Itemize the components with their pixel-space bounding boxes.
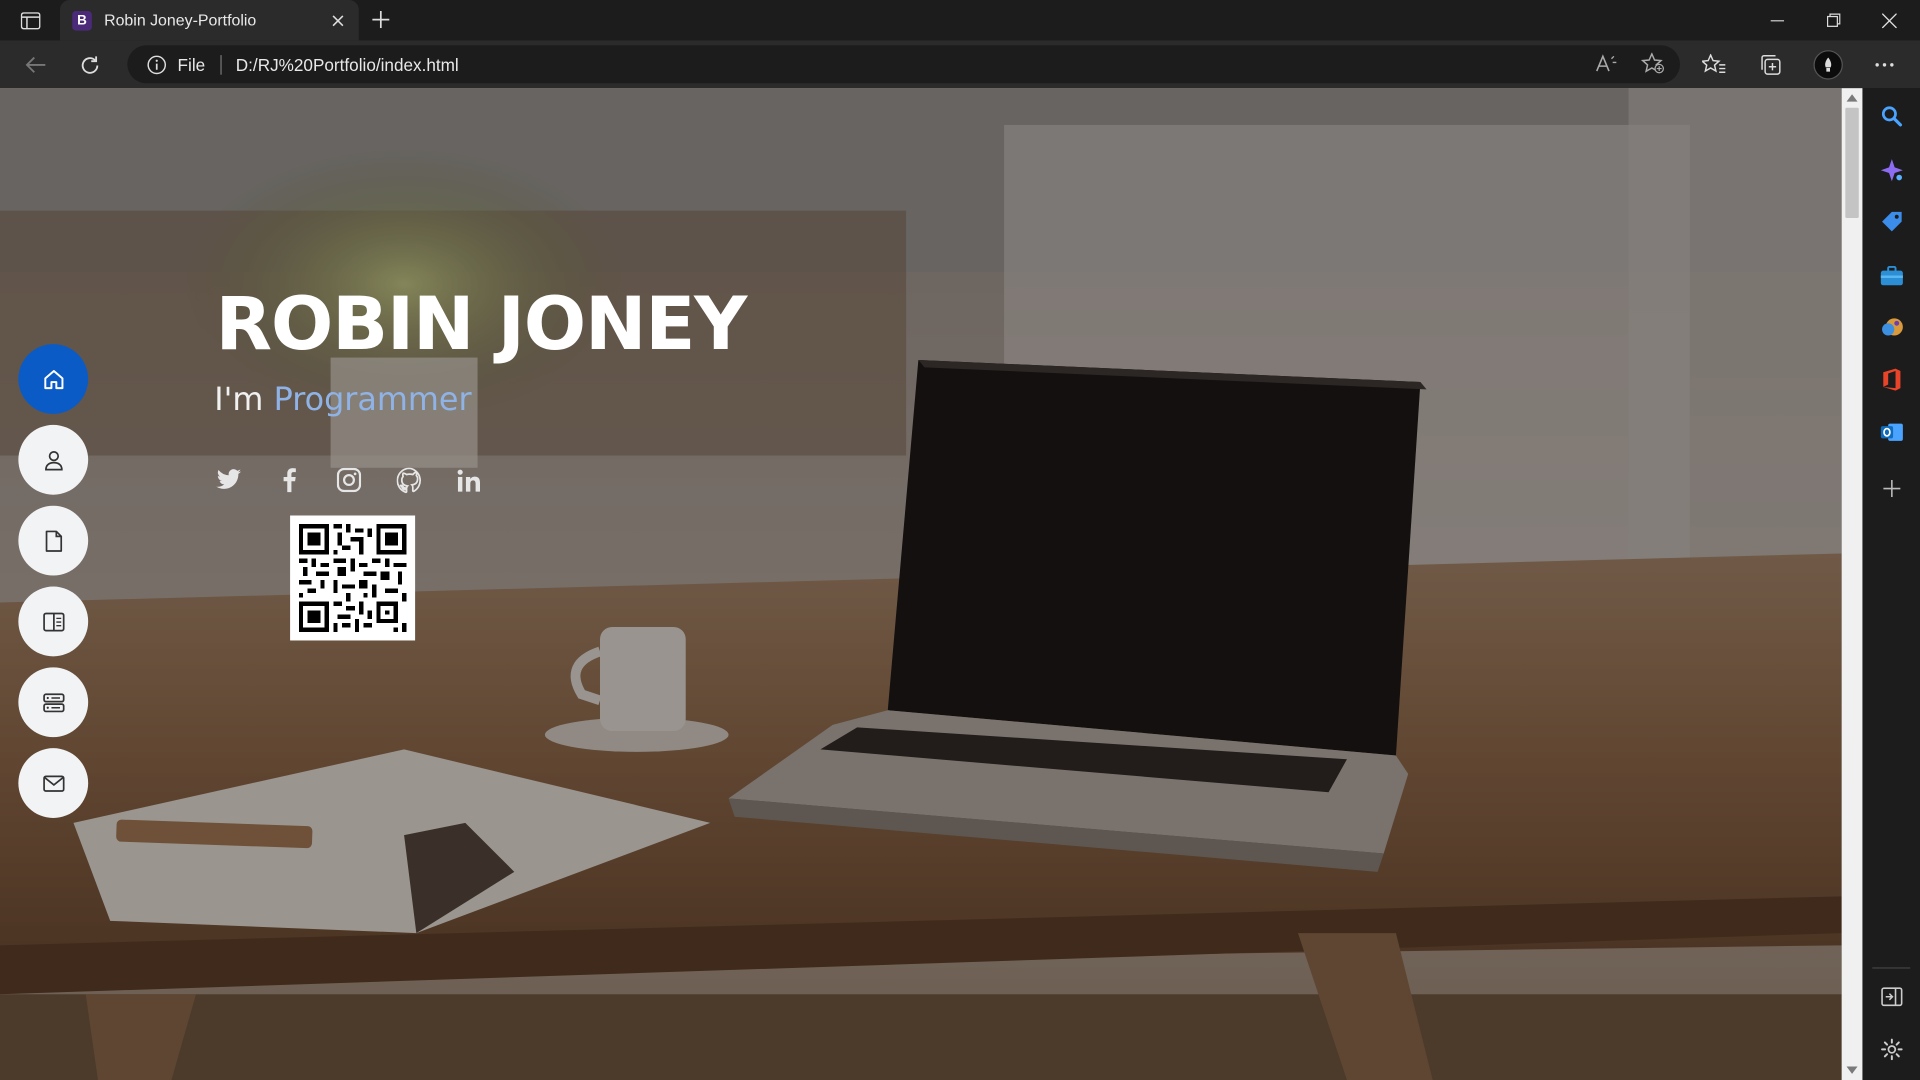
nav-home-button[interactable] xyxy=(18,344,89,414)
tab-title: Robin Joney-Portfolio xyxy=(104,11,257,30)
home-icon xyxy=(43,369,63,389)
page-viewport: ROBIN JONEY I'm Programmer xyxy=(0,88,1842,1080)
scrollbar-thumb[interactable] xyxy=(1845,107,1859,218)
book-icon xyxy=(42,612,64,631)
browser-toolbar: File D:/RJ%20Portfolio/index.html xyxy=(0,40,1920,89)
address-bar[interactable]: File D:/RJ%20Portfolio/index.html xyxy=(127,45,1681,84)
background-overlay xyxy=(0,88,1842,1080)
favorites-icon[interactable] xyxy=(1697,49,1731,81)
hero-subtitle: I'm Programmer xyxy=(214,382,471,419)
url-text[interactable]: D:/RJ%20Portfolio/index.html xyxy=(236,54,459,74)
nav-portfolio-button[interactable] xyxy=(18,586,89,657)
nav-about-button[interactable] xyxy=(18,424,89,495)
hero-prefix: I'm xyxy=(214,382,274,419)
address-separator xyxy=(219,54,222,75)
collections-icon[interactable] xyxy=(1753,49,1787,81)
close-window-icon[interactable] xyxy=(1861,0,1917,40)
file-icon xyxy=(45,529,62,552)
office-icon[interactable] xyxy=(1876,364,1908,396)
title-bar: B Robin Joney-Portfolio xyxy=(0,0,1920,41)
nav-services-button[interactable] xyxy=(18,667,89,738)
profile-avatar[interactable] xyxy=(1811,49,1845,81)
social-links xyxy=(216,467,483,494)
settings-icon[interactable] xyxy=(1876,1033,1908,1065)
minimize-icon[interactable] xyxy=(1749,0,1805,40)
linkedin-icon[interactable] xyxy=(456,467,483,494)
facebook-icon[interactable] xyxy=(276,467,303,494)
scroll-up-arrow-icon[interactable] xyxy=(1846,93,1858,103)
close-tab-icon[interactable] xyxy=(327,9,349,31)
scheme-label: File xyxy=(177,54,206,75)
search-icon[interactable] xyxy=(1876,100,1908,132)
favicon-icon: B xyxy=(72,10,92,31)
person-icon xyxy=(44,450,63,470)
copilot-icon[interactable] xyxy=(1876,154,1908,186)
outlook-icon[interactable] xyxy=(1876,416,1908,448)
hide-sidebar-icon[interactable] xyxy=(1876,981,1908,1013)
browser-tab[interactable]: B Robin Joney-Portfolio xyxy=(60,0,359,41)
tab-actions-icon[interactable] xyxy=(12,7,49,34)
server-icon xyxy=(42,692,64,712)
nav-resume-button[interactable] xyxy=(18,505,89,576)
instagram-icon[interactable] xyxy=(336,467,363,494)
games-icon[interactable] xyxy=(1876,311,1908,343)
envelope-icon xyxy=(42,774,64,792)
qr-code-image xyxy=(290,515,416,641)
back-icon[interactable] xyxy=(18,49,52,81)
read-aloud-icon[interactable] xyxy=(1591,50,1623,77)
tools-icon[interactable] xyxy=(1876,260,1908,292)
twitter-icon[interactable] xyxy=(216,467,243,494)
hero-name: ROBIN JONEY xyxy=(215,281,748,368)
add-favorite-icon[interactable] xyxy=(1637,50,1669,77)
nav-contact-button[interactable] xyxy=(18,748,89,818)
edge-sidebar xyxy=(1862,88,1920,1080)
page-scrollbar[interactable] xyxy=(1841,88,1863,1080)
more-options-icon[interactable] xyxy=(1867,49,1901,81)
add-icon[interactable] xyxy=(1876,473,1908,505)
refresh-icon[interactable] xyxy=(72,49,106,81)
shopping-icon[interactable] xyxy=(1876,206,1908,238)
new-tab-icon[interactable] xyxy=(366,6,395,33)
site-info-icon[interactable] xyxy=(146,53,168,75)
restore-icon[interactable] xyxy=(1805,0,1861,40)
profile-icon xyxy=(1813,50,1843,80)
github-icon[interactable] xyxy=(396,467,423,494)
side-navigation xyxy=(18,344,89,818)
scroll-down-arrow-icon[interactable] xyxy=(1846,1065,1858,1075)
sidebar-divider xyxy=(1872,967,1911,969)
typed-role: Programmer xyxy=(273,382,472,419)
